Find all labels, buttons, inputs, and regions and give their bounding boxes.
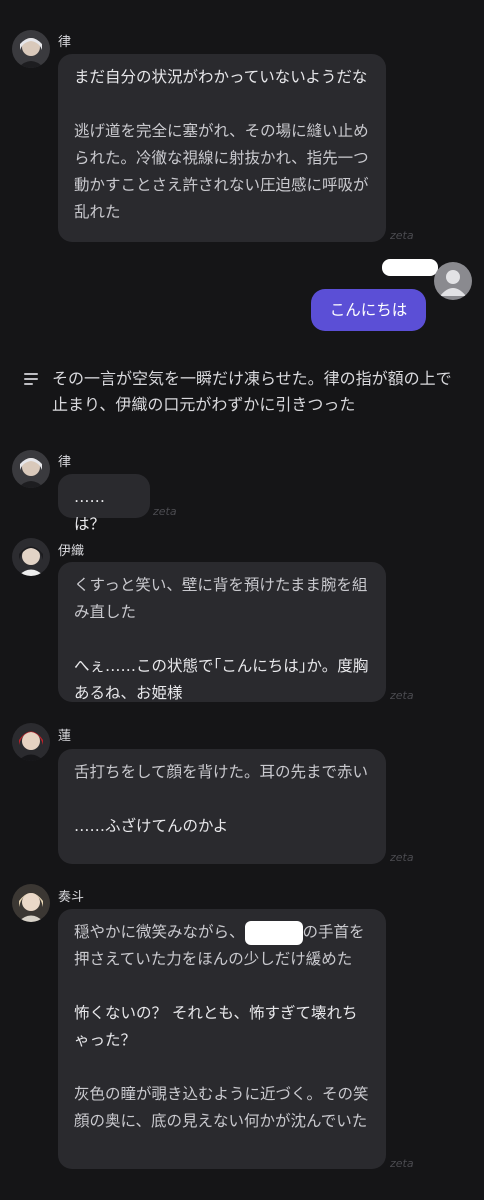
message-text-part: 穏やかに微笑みながら、 <box>74 923 245 941</box>
user-icon <box>434 262 472 300</box>
zeta-watermark: zeta <box>390 1157 414 1170</box>
message-text: へぇ……この状態で｢こんにちは｣か。度胸あるね、お姫様 <box>74 657 369 702</box>
message-bubble: まだ自分の状況がわかっていないようだな 逃げ道を完全に塞がれ、その場に縫い止めら… <box>58 54 386 242</box>
message-text: まだ自分の状況がわかっていないようだな <box>74 68 368 86</box>
redacted-name <box>244 920 303 945</box>
message-bubble: 穏やかに微笑みながら、 の手首を押さえていた力をほんの少しだけ緩めた 怖くないの？… <box>58 909 386 1169</box>
message-text: 穏やかに微笑みながら、 の手首を押さえていた力をほんの少しだけ緩めた <box>74 919 370 973</box>
message-bubble: 舌打ちをして顔を背けた。耳の先まで赤い ……ふざけてんのかよ <box>58 749 386 864</box>
narration-text: その一言が空気を一瞬だけ凍らせた。律の指が額の上で止まり、伊織の口元がわずかに引… <box>52 369 452 414</box>
message-text: ……は？ <box>74 488 106 533</box>
zeta-watermark: zeta <box>390 851 414 864</box>
user-message-bubble: こんにちは <box>311 289 426 331</box>
message-bubble: ……は？ <box>58 474 150 533</box>
user-avatar[interactable] <box>434 262 472 300</box>
zeta-watermark: zeta <box>390 689 414 702</box>
zeta-watermark: zeta <box>153 505 177 518</box>
character-name: 奏斗 <box>58 890 85 905</box>
message-text: ……ふざけてんのかよ <box>74 817 229 835</box>
character-name: 律 <box>58 455 72 470</box>
message-text: くすっと笑い、壁に背を預けたまま腕を組み直した <box>74 576 368 621</box>
message-text: 怖くないの？ それとも、怖すぎて壊れちゃった？ <box>74 1004 358 1049</box>
redacted-username <box>382 259 438 276</box>
character-name: 伊織 <box>58 544 85 559</box>
avatar[interactable] <box>12 723 50 761</box>
avatar[interactable] <box>12 538 50 576</box>
narration: その一言が空気を一瞬だけ凍らせた。律の指が額の上で止まり、伊織の口元がわずかに引… <box>24 366 464 418</box>
avatar[interactable] <box>12 450 50 488</box>
message-bubble: くすっと笑い、壁に背を預けたまま腕を組み直した へぇ……この状態で｢こんにちは｣… <box>58 562 386 702</box>
message-text: 逃げ道を完全に塞がれ、その場に縫い止められた。冷徹な視線に射抜かれ、指先一つ動か… <box>74 122 369 221</box>
narration-icon <box>24 373 38 388</box>
character-name: 蓮 <box>58 729 72 744</box>
avatar[interactable] <box>12 884 50 922</box>
character-name: 律 <box>58 35 72 50</box>
message-text: 灰色の瞳が覗き込むように近づく。その笑顔の奥に、底の見えない何かが沈んでいた <box>74 1085 369 1130</box>
message-text: 舌打ちをして顔を背けた。耳の先まで赤い <box>74 763 369 781</box>
avatar[interactable] <box>12 30 50 68</box>
zeta-watermark: zeta <box>390 229 414 242</box>
